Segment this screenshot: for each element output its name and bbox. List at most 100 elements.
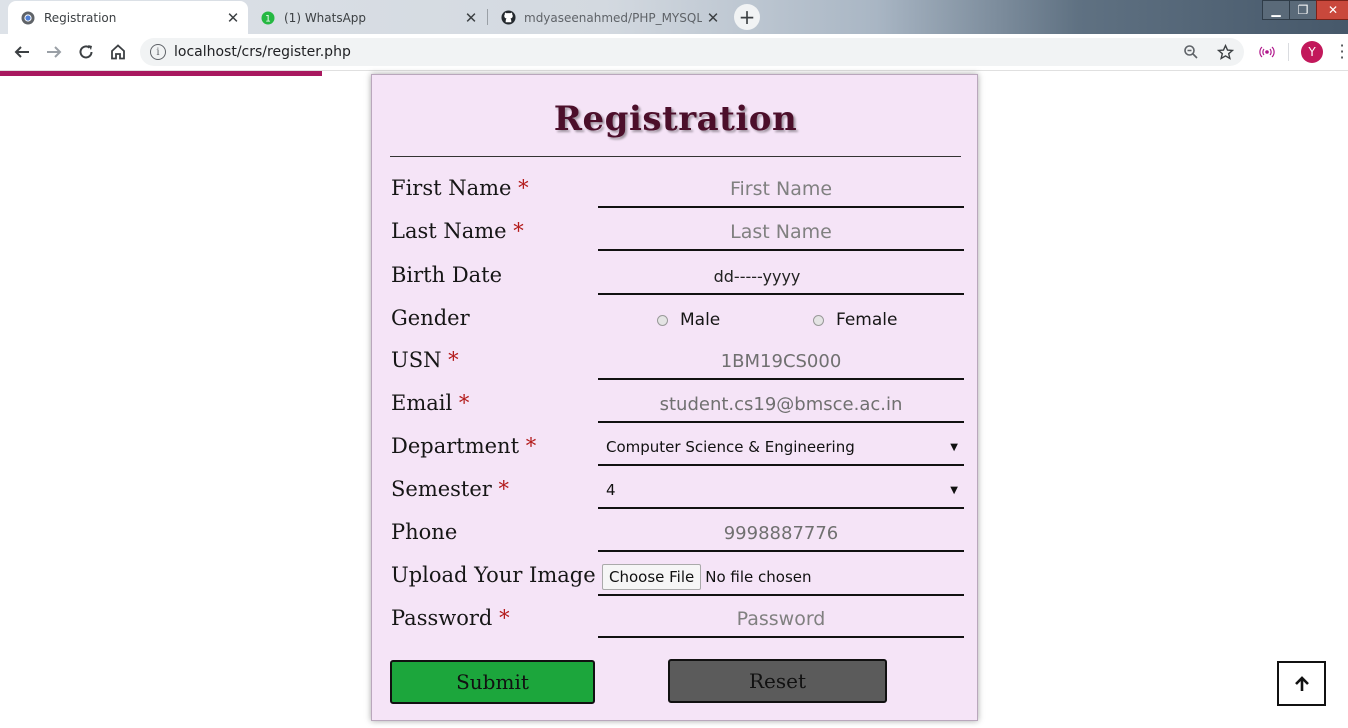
reload-button[interactable] — [74, 40, 98, 64]
first-name-row: First Name * First Name — [372, 172, 979, 212]
required-mark: * — [499, 606, 510, 630]
arrow-up-icon — [1294, 675, 1309, 691]
forward-arrow-icon — [47, 46, 62, 58]
gender-male-option[interactable]: Male — [657, 310, 720, 330]
department-row: Department * Computer Science & Engineer… — [372, 430, 979, 470]
birth-date-row: Birth Date dd-----yyyy — [372, 259, 979, 299]
submit-button[interactable]: Submit — [390, 660, 595, 704]
page-load-progress-bar — [0, 71, 322, 76]
window-close-button[interactable]: ✕ — [1316, 0, 1348, 20]
info-icon[interactable]: i — [150, 44, 166, 60]
close-tab-icon[interactable]: ✕ — [460, 9, 482, 27]
first-name-placeholder: First Name — [729, 178, 833, 200]
required-mark: * — [458, 391, 470, 415]
required-mark: * — [518, 176, 529, 200]
bookmark-star-icon[interactable] — [1217, 43, 1234, 61]
semester-selected-value: 4 — [606, 481, 616, 499]
svg-text:1: 1 — [265, 14, 271, 24]
usn-label: USN * — [391, 348, 459, 372]
image-upload-row: Upload Your Image * Choose File No file … — [372, 559, 979, 599]
home-button[interactable] — [106, 40, 130, 64]
gender-label: Gender — [391, 306, 470, 330]
minimize-button[interactable]: ▁ — [1262, 0, 1290, 20]
phone-input[interactable]: 9998887776 — [598, 516, 964, 552]
department-label: Department * — [391, 434, 537, 458]
back-arrow-icon — [14, 46, 29, 58]
back-button[interactable] — [10, 40, 34, 64]
phone-row: Phone 9998887776 — [372, 516, 979, 556]
image-upload-label: Upload Your Image * — [391, 563, 613, 587]
phone-label: Phone — [391, 520, 458, 544]
male-radio-label: Male — [680, 310, 721, 330]
dropdown-arrow-icon: ▼ — [950, 441, 958, 453]
email-input[interactable]: student.cs19@bmsce.ac.in — [598, 387, 964, 423]
email-placeholder: student.cs19@bmsce.ac.in — [659, 393, 903, 415]
close-tab-icon[interactable]: ✕ — [222, 9, 244, 27]
last-name-placeholder: Last Name — [730, 221, 832, 243]
birth-date-input[interactable]: dd-----yyyy — [598, 259, 964, 295]
address-bar[interactable]: i localhost/crs/register.php — [140, 38, 1244, 66]
last-name-label: Last Name * — [391, 219, 524, 243]
first-name-label: First Name * — [391, 176, 529, 200]
choose-file-button[interactable]: Choose File — [602, 564, 702, 590]
menu-kebab-icon[interactable]: · · · — [1336, 38, 1348, 66]
password-placeholder: Password — [736, 608, 826, 630]
title-divider — [390, 156, 961, 157]
phone-placeholder: 9998887776 — [723, 522, 839, 544]
tab-title: Registration — [44, 10, 117, 25]
usn-placeholder: 1BM19CS000 — [720, 350, 842, 372]
github-icon — [500, 10, 516, 26]
department-select[interactable]: Computer Science & Engineering ▼ — [598, 430, 964, 466]
restore-button[interactable]: ❐ — [1289, 0, 1317, 20]
browser-toolbar: i localhost/crs/register.php Y · · · — [0, 34, 1348, 71]
whatsapp-icon: 1 — [260, 10, 276, 26]
last-name-input[interactable]: Last Name — [598, 215, 964, 251]
semester-select[interactable]: 4 ▼ — [598, 473, 964, 509]
required-mark: * — [498, 477, 510, 501]
scroll-to-top-button[interactable] — [1277, 661, 1326, 706]
chromium-icon — [20, 10, 36, 26]
email-row: Email * student.cs19@bmsce.ac.in — [372, 387, 979, 427]
tab-github[interactable]: mdyaseenahmed/PHP_MYSQL_E ✕ — [488, 1, 728, 34]
tab-registration[interactable]: Registration ✕ — [8, 1, 248, 34]
email-label: Email * — [391, 391, 470, 415]
usn-row: USN * 1BM19CS000 — [372, 344, 979, 384]
zoom-icon[interactable] — [1183, 44, 1199, 60]
reset-button[interactable]: Reset — [668, 659, 887, 703]
file-status-text: No file chosen — [705, 568, 812, 586]
female-radio-label: Female — [836, 310, 898, 330]
new-tab-button[interactable]: + — [734, 4, 760, 30]
url-text: localhost/crs/register.php — [174, 44, 351, 60]
last-name-row: Last Name * Last Name — [372, 215, 979, 255]
password-row: Password * Password — [372, 602, 979, 642]
registration-form: Registration First Name * First Name Las… — [371, 74, 978, 721]
required-mark: * — [513, 219, 524, 243]
usn-input[interactable]: 1BM19CS000 — [598, 344, 964, 380]
female-radio[interactable] — [813, 314, 824, 326]
dropdown-arrow-icon: ▼ — [950, 484, 958, 496]
profile-avatar[interactable]: Y — [1301, 41, 1323, 63]
reload-icon — [79, 45, 93, 59]
birth-date-placeholder: dd-----yyyy — [713, 266, 801, 286]
password-label: Password * — [391, 606, 510, 630]
department-selected-value: Computer Science & Engineering — [606, 438, 855, 456]
first-name-input[interactable]: First Name — [598, 172, 964, 208]
birth-date-label: Birth Date — [391, 263, 503, 287]
home-icon — [111, 44, 125, 60]
semester-label: Semester * — [391, 477, 510, 501]
semester-row: Semester * 4 ▼ — [372, 473, 979, 513]
tab-whatsapp[interactable]: 1 (1) WhatsApp ✕ — [248, 1, 486, 34]
forward-button[interactable] — [42, 40, 66, 64]
toolbar-divider — [1288, 43, 1289, 61]
male-radio[interactable] — [657, 314, 668, 326]
tab-title: mdyaseenahmed/PHP_MYSQL_E — [524, 10, 702, 25]
required-mark: * — [525, 434, 537, 458]
image-file-input: Choose File No file chosen — [598, 560, 964, 596]
gender-female-option[interactable]: Female — [813, 310, 897, 330]
required-mark: * — [448, 348, 459, 372]
tab-strip: Registration ✕ 1 (1) WhatsApp ✕ mdyaseen… — [0, 0, 1348, 34]
cast-icon[interactable] — [1259, 45, 1275, 59]
password-input[interactable]: Password — [598, 602, 964, 638]
close-tab-icon[interactable]: ✕ — [702, 9, 724, 27]
gender-row: Gender Male Female — [372, 302, 979, 342]
